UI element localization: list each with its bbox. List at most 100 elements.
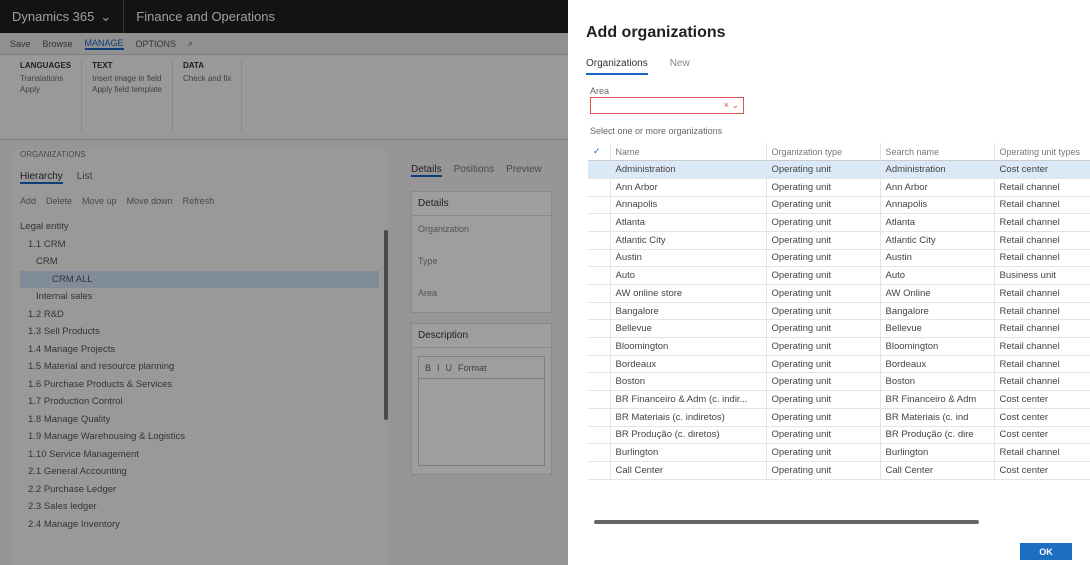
organization-field[interactable]: Organization (412, 216, 551, 248)
table-row[interactable]: Bangalore Operating unit Bangalore Retail c… (588, 302, 1090, 321)
bold-button[interactable]: B (425, 363, 431, 373)
row-checkbox[interactable] (588, 160, 611, 179)
tree-node[interactable]: 1.2 R&D (20, 306, 379, 324)
row-checkbox[interactable] (588, 266, 611, 285)
row-checkbox[interactable] (588, 178, 611, 197)
row-checkbox[interactable] (588, 443, 611, 462)
table-row[interactable]: Call Center Operating unit Call Center Cost… (588, 461, 1090, 480)
tree-node[interactable]: 1.1 CRM (20, 236, 379, 254)
add-button[interactable]: Add (20, 196, 36, 206)
tree-node[interactable]: 1.6 Purchase Products & Services (20, 376, 379, 394)
row-checkbox[interactable] (588, 196, 611, 215)
row-checkbox[interactable] (588, 319, 611, 339)
tree-node[interactable]: 1.3 Sell Products (20, 323, 379, 341)
table-row[interactable]: Atlanta Operating unit Atlanta Retail chann… (588, 213, 1090, 232)
search-icon[interactable]: ⌕ (188, 38, 193, 49)
grid-horizontal-scrollbar[interactable] (594, 520, 979, 524)
row-checkbox[interactable] (588, 284, 611, 303)
tree-node[interactable]: 1.4 Manage Projects (20, 341, 379, 359)
table-row[interactable]: Burlington Operating unit Burlington Retail… (588, 443, 1090, 462)
area-field[interactable]: Area (412, 280, 551, 312)
table-row[interactable]: Boston Operating unit Boston Retail channel (588, 372, 1090, 392)
table-row[interactable]: Annapolis Operating unit Annapolis Retail c… (588, 196, 1090, 215)
clear-icon[interactable]: × ⌄ (724, 100, 739, 111)
table-row[interactable]: Auto Operating unit Auto Business unit (588, 266, 1090, 285)
row-checkbox[interactable] (588, 337, 611, 356)
row-checkbox[interactable] (588, 426, 611, 445)
tab-list[interactable]: List (77, 171, 93, 184)
tree-node[interactable]: 2.4 Manage Inventory (20, 516, 379, 534)
table-row[interactable]: Administration Operating unit Administrati… (588, 160, 1090, 179)
table-row[interactable]: Ann Arbor Operating unit Ann Arbor Retail c… (588, 178, 1090, 197)
underline-button[interactable]: U (446, 363, 453, 373)
delete-button[interactable]: Delete (46, 196, 72, 206)
type-field[interactable]: Type (412, 248, 551, 280)
tree-node[interactable]: CRM (20, 253, 379, 271)
tree-node[interactable]: 2.3 Sales ledger (20, 498, 379, 516)
table-row[interactable]: Bloomington Operating unit Bloomington Reta… (588, 337, 1090, 356)
table-row[interactable]: Bordeaux Operating unit Bordeaux Retail cha… (588, 355, 1090, 374)
ribbon-group-title: DATA (182, 61, 204, 70)
row-checkbox[interactable] (588, 372, 611, 392)
tab-hierarchy[interactable]: Hierarchy (20, 171, 63, 184)
table-row[interactable]: BR Financeiro & Adm (c. indir... Operatin… (588, 390, 1090, 409)
insert-image-button[interactable]: Insert image in field (92, 73, 162, 84)
format-select[interactable]: Format (458, 363, 487, 373)
table-row[interactable]: Austin Operating unit Austin Retail channel (588, 249, 1090, 268)
tab-preview[interactable]: Preview (506, 164, 542, 177)
tree-node[interactable]: Legal entity (20, 218, 379, 236)
browse-button[interactable]: Browse (43, 39, 73, 49)
table-row[interactable]: Bellevue Operating unit Bellevue Retail cha… (588, 319, 1090, 339)
row-checkbox[interactable] (588, 231, 611, 250)
cell-name: Boston (610, 372, 767, 392)
refresh-button[interactable]: Refresh (183, 196, 215, 206)
column-header-search-name[interactable]: Search name (880, 143, 995, 162)
tree-node[interactable]: 1.9 Manage Warehousing & Logistics (20, 428, 379, 446)
tab-manage[interactable]: MANAGE (84, 38, 124, 50)
tree-node[interactable]: 1.10 Service Management (20, 446, 379, 464)
tree-scrollbar[interactable] (384, 230, 388, 420)
tab-details[interactable]: Details (411, 164, 442, 177)
ok-button[interactable]: OK (1020, 543, 1072, 560)
row-checkbox[interactable] (588, 302, 611, 321)
cell-search-name: Austin (880, 249, 995, 268)
translations-button[interactable]: Translations (20, 73, 71, 84)
row-checkbox[interactable] (588, 461, 611, 480)
tree-node[interactable]: CRM ALL (20, 270, 379, 288)
tree-node[interactable]: 1.7 Production Control (20, 393, 379, 411)
tab-positions[interactable]: Positions (454, 164, 495, 177)
italic-button[interactable]: I (437, 363, 440, 373)
move-down-button[interactable]: Move down (127, 196, 173, 206)
brand-menu[interactable]: Dynamics 365 ⌄ (0, 0, 125, 33)
cell-unit-type: Retail channel (994, 337, 1090, 356)
tree-node[interactable]: 1.5 Material and resource planning (20, 358, 379, 376)
select-all-checkbox[interactable]: ✓ (588, 143, 611, 162)
tab-options[interactable]: OPTIONS (136, 39, 177, 49)
move-up-button[interactable]: Move up (82, 196, 117, 206)
table-row[interactable]: AW online store Operating unit AW Online Re… (588, 284, 1090, 303)
table-row[interactable]: Atlantic City Operating unit Atlantic City… (588, 231, 1090, 250)
area-select[interactable]: × ⌄ (590, 97, 744, 114)
column-header-unit-types[interactable]: Operating unit types (994, 143, 1090, 162)
row-checkbox[interactable] (588, 408, 611, 427)
row-checkbox[interactable] (588, 355, 611, 374)
table-row[interactable]: BR Materiais (c. indiretos) Operating uni… (588, 408, 1090, 427)
table-row[interactable]: BR Produção (c. diretos) Operating unit BR… (588, 426, 1090, 445)
column-header-org-type[interactable]: Organization type (766, 143, 881, 162)
description-editor[interactable]: B I U Format (418, 356, 545, 466)
tab-organizations[interactable]: Organizations (586, 58, 648, 75)
tab-new[interactable]: New (670, 58, 690, 75)
tree-node[interactable]: 2.2 Purchase Ledger (20, 481, 379, 499)
column-header-name[interactable]: Name (610, 143, 767, 162)
save-button[interactable]: Save (10, 39, 31, 49)
check-fix-button[interactable]: Check and fix (183, 73, 231, 84)
row-checkbox[interactable] (588, 390, 611, 409)
apply-button[interactable]: Apply (20, 84, 71, 95)
row-checkbox[interactable] (588, 249, 611, 268)
apply-template-button[interactable]: Apply field template (92, 84, 162, 95)
tree-node[interactable]: 2.1 General Accounting (20, 463, 379, 481)
pane-title: ORGANIZATIONS (20, 150, 86, 159)
row-checkbox[interactable] (588, 213, 611, 232)
tree-node[interactable]: 1.8 Manage Quality (20, 411, 379, 429)
tree-node[interactable]: Internal sales (20, 288, 379, 306)
